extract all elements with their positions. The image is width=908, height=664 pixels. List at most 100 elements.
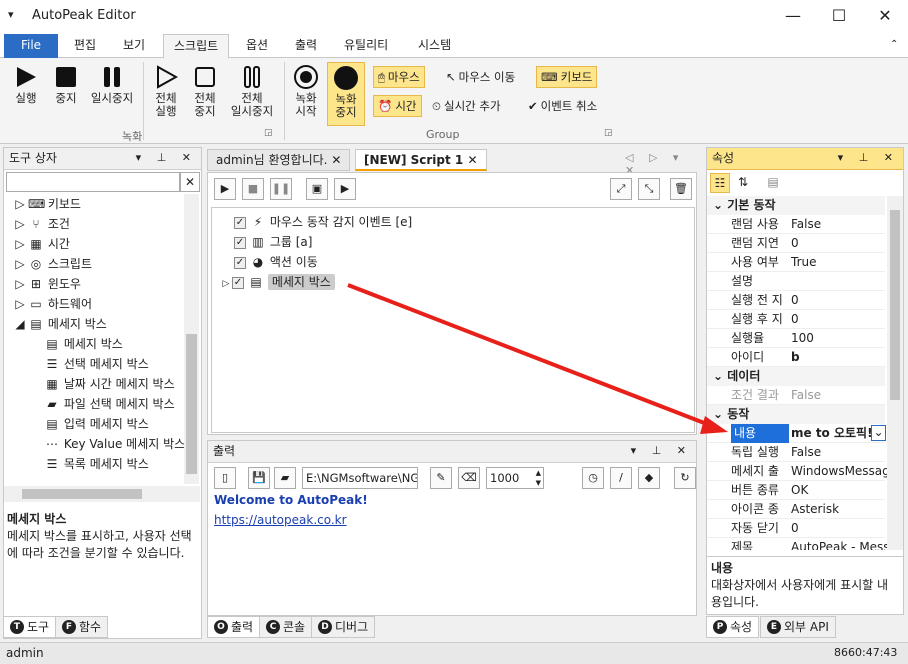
collapse-ribbon-icon[interactable]: ⌃ — [880, 34, 908, 58]
tree-item-keyboard[interactable]: ▷ ⌨ 키보드 — [12, 194, 81, 214]
close-icon[interactable]: ✕ — [467, 153, 477, 167]
tab-script[interactable]: 스크립트 — [163, 34, 230, 59]
chevron-down-icon[interactable]: ⌄ — [713, 198, 727, 212]
list-item[interactable]: ⋯ Key Value 메세지 박스 — [44, 434, 184, 454]
run-icon[interactable]: ▶ — [214, 178, 236, 200]
eraser-icon[interactable]: ⌫ — [458, 467, 480, 489]
property-row[interactable]: 랜덤 사용 False — [707, 215, 885, 234]
tab-options[interactable]: 옵션 — [236, 34, 278, 58]
pause-all-button[interactable]: 전체 일시중지 — [226, 62, 278, 118]
sort-alpha-icon[interactable]: ⇅ — [733, 173, 753, 193]
property-row[interactable]: 실행 후 지0 — [707, 310, 885, 329]
output-link[interactable]: https://autopeak.co.kr — [214, 513, 347, 527]
new-log-icon[interactable]: ▯ — [214, 467, 236, 489]
tree-item-window[interactable]: ▷ ⊞ 윈도우 — [12, 274, 81, 294]
property-row[interactable]: 제목 AutoPeak - Messa — [707, 538, 887, 550]
clock-icon[interactable]: ◷ — [582, 467, 604, 489]
realtime-add-button[interactable]: ⏲ 실시간 추가 — [428, 95, 505, 117]
record-start-button[interactable]: 녹화 시작 — [288, 62, 324, 118]
pause-button[interactable]: 일시중지 — [86, 62, 138, 105]
close-icon[interactable]: ✕ — [331, 153, 341, 167]
brush-icon[interactable]: / — [610, 467, 632, 489]
property-row[interactable]: 아이디 b — [707, 348, 885, 367]
property-row[interactable]: 아이콘 종 Asterisk — [707, 500, 885, 519]
stop-button[interactable]: 중지 — [48, 62, 84, 105]
property-pages-icon[interactable]: ▤ — [763, 173, 783, 193]
list-item[interactable]: ☰ 선택 메세지 박스 — [44, 354, 149, 374]
dropdown-icon[interactable]: ⌄ — [871, 425, 886, 441]
group-launcher-icon[interactable]: ◲ — [604, 128, 613, 138]
property-row[interactable]: 조건 결과 False — [707, 386, 885, 405]
chevron-down-icon[interactable]: ⌄ — [713, 407, 727, 421]
run-from-icon[interactable]: ▶ — [334, 178, 356, 200]
save-icon[interactable]: 💾 — [248, 467, 270, 489]
tree-item-messagebox[interactable]: ◢ ▤ 메세지 박스 — [12, 314, 106, 334]
close-button[interactable]: ✕ — [862, 0, 908, 32]
refresh-icon[interactable]: ↻ — [674, 467, 696, 489]
tab-properties[interactable]: P 속성 — [706, 616, 760, 638]
tree-item-hardware[interactable]: ▷ ▭ 하드웨어 — [12, 294, 92, 314]
log-path-input[interactable]: E:\NGMsoftware\NG — [302, 467, 418, 489]
property-category[interactable]: ⌄ 동작 — [707, 405, 885, 424]
chevron-down-icon[interactable]: ⌄ — [713, 369, 727, 383]
panel-controls-icon[interactable]: ▾ ⊥ ✕ — [136, 148, 197, 168]
group-launcher-icon[interactable]: ◲ — [264, 128, 273, 138]
checkbox[interactable]: ✓ — [234, 236, 246, 249]
tab-edit[interactable]: 편집 — [64, 34, 106, 58]
list-item[interactable]: ▤ 입력 메세지 박스 — [44, 414, 148, 434]
minimize-button[interactable]: — — [770, 0, 816, 32]
fill-icon[interactable]: ◆ — [638, 467, 660, 489]
tab-tools[interactable]: T 도구 — [3, 616, 57, 638]
horizontal-scrollbar[interactable] — [4, 486, 200, 502]
list-item[interactable]: ▰ 파일 선택 메세지 박스 — [44, 394, 174, 414]
tab-console[interactable]: C 콘솔 — [259, 616, 313, 638]
vertical-scrollbar[interactable] — [887, 196, 903, 550]
checkbox[interactable]: ✓ — [234, 256, 246, 269]
property-row[interactable]: 설명 — [707, 272, 885, 291]
run-step-icon[interactable]: ▣ — [306, 178, 328, 200]
tab-output[interactable]: 출력 — [285, 34, 327, 58]
event-cancel-button[interactable]: ✔ 이벤트 취소 — [524, 95, 601, 117]
property-row[interactable]: 독립 실행 False — [707, 443, 885, 462]
tab-output-log[interactable]: O 출력 — [207, 616, 261, 638]
tab-script-1[interactable]: [NEW] Script 1 ✕ — [355, 149, 487, 171]
tab-system[interactable]: 시스템 — [408, 34, 461, 58]
record-stop-button[interactable]: 녹화 중지 — [327, 62, 365, 126]
tab-view[interactable]: 보기 — [113, 34, 155, 58]
log-limit-stepper[interactable]: 1000 ▲ ▼ — [486, 467, 544, 489]
pause-icon[interactable]: ❚❚ — [270, 178, 292, 200]
categorized-icon[interactable]: ☷ — [710, 173, 730, 193]
folder-open-icon[interactable]: ▰ — [274, 467, 296, 489]
property-row[interactable]: 실행율 100 — [707, 329, 885, 348]
panel-controls-icon[interactable]: ▾ ⊥ ✕ — [838, 148, 899, 168]
property-row[interactable]: ⌄ 내용 me to 오토픽! — [707, 424, 886, 443]
tree-node-selected[interactable]: ▷ ✓ ▤ 메세지 박스 — [220, 272, 335, 292]
list-item[interactable]: ☰ 목록 메세지 박스 — [44, 454, 149, 474]
stop-all-button[interactable]: 전체 중지 — [187, 62, 223, 118]
mouse-move-button[interactable]: ↖ 마우스 이동 — [442, 66, 519, 88]
list-item[interactable]: ▤ 메세지 박스 — [44, 334, 123, 354]
collapse-icon[interactable]: ⤡ — [638, 178, 660, 200]
tab-external-api[interactable]: E 외부 API — [760, 616, 836, 638]
clear-search-icon[interactable]: ✕ — [180, 172, 200, 192]
mouse-toggle-button[interactable]: 🖱 마우스 — [373, 66, 425, 88]
filter-icon[interactable]: ✎ — [430, 467, 452, 489]
system-menu-icon[interactable]: ▾ — [8, 8, 14, 21]
tree-item-time[interactable]: ▷ ▦ 시간 — [12, 234, 70, 254]
tab-welcome[interactable]: admin님 환영합니다. ✕ — [207, 149, 351, 171]
tree-item-script[interactable]: ▷ ◎ 스크립트 — [12, 254, 92, 274]
stop-icon[interactable]: ■ — [242, 178, 264, 200]
tree-node[interactable]: ✓ ▥ 그룹 [a] — [234, 232, 312, 252]
property-category[interactable]: ⌄ 데이터 — [707, 367, 885, 386]
keyboard-toggle-button[interactable]: ⌨ 키보드 — [536, 66, 598, 88]
checkbox[interactable]: ✓ — [232, 276, 244, 289]
property-row[interactable]: 사용 여부 True — [707, 253, 885, 272]
property-row[interactable]: 버튼 종류 OK — [707, 481, 885, 500]
tab-functions[interactable]: F 함수 — [55, 616, 109, 638]
property-row[interactable]: 실행 전 지0 — [707, 291, 885, 310]
vertical-scrollbar[interactable] — [184, 194, 199, 484]
tree-item-condition[interactable]: ▷ ⑂ 조건 — [12, 214, 70, 234]
panel-controls-icon[interactable]: ▾ ⊥ ✕ — [631, 441, 692, 461]
maximize-button[interactable]: ☐ — [816, 0, 862, 32]
run-button[interactable]: 실행 — [8, 62, 44, 105]
